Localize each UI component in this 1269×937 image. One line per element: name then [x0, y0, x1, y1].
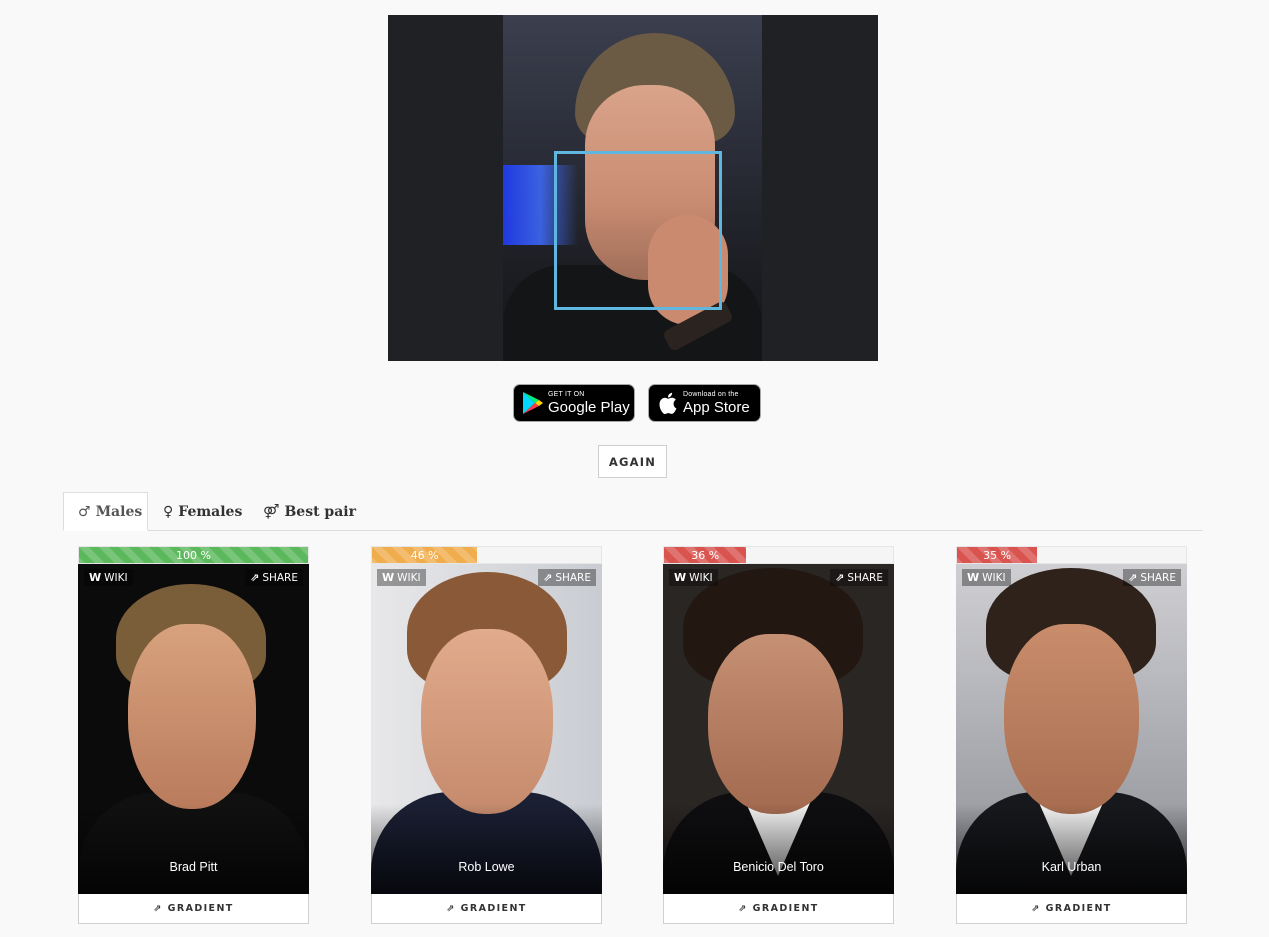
wikipedia-icon: W: [967, 571, 980, 584]
tab-best-pair-label: Best pair: [284, 503, 356, 520]
share-icon: ⇗: [1128, 571, 1138, 584]
google-play-icon: [518, 388, 548, 418]
similarity-bar: 100 %: [78, 546, 309, 564]
gradient-label: GRADIENT: [167, 903, 234, 914]
gradient-label: GRADIENT: [752, 903, 819, 914]
share-icon: ⇗: [543, 571, 553, 584]
wiki-link[interactable]: W WIKI: [84, 569, 133, 586]
tab-females-label: Females: [178, 503, 243, 520]
gradient-label: GRADIENT: [460, 903, 527, 914]
male-icon: ♂: [78, 503, 91, 520]
share-link[interactable]: ⇗ SHARE: [245, 569, 303, 586]
wiki-label: WIKI: [104, 571, 128, 584]
share-icon: ⇗: [446, 903, 456, 914]
again-button[interactable]: AGAIN: [598, 445, 667, 478]
gradient-button[interactable]: ⇗ GRADIENT: [956, 894, 1187, 924]
share-icon: ⇗: [835, 571, 845, 584]
tab-females[interactable]: ♀ Females: [163, 492, 243, 531]
celebrity-name: Rob Lowe: [458, 860, 515, 874]
gradient-button[interactable]: ⇗ GRADIENT: [78, 894, 309, 924]
share-label: SHARE: [1140, 571, 1176, 584]
pair-icon: ⚤: [263, 503, 280, 520]
share-label: SHARE: [555, 571, 591, 584]
gradient-label: GRADIENT: [1045, 903, 1112, 914]
app-store-big-text: App Store: [683, 399, 750, 416]
share-icon: ⇗: [250, 571, 260, 584]
google-play-badge[interactable]: GET IT ON Google Play: [513, 384, 635, 422]
similarity-bar: 36 %: [663, 546, 894, 564]
result-card: 36 % W WIKI ⇗ SHARE Benicio Del Toro ⇗ GRAD…: [663, 546, 894, 924]
share-label: SHARE: [262, 571, 298, 584]
celebrity-name: Karl Urban: [1041, 860, 1102, 874]
share-icon: ⇗: [1031, 903, 1041, 914]
wiki-label: WIKI: [982, 571, 1006, 584]
share-icon: ⇗: [738, 903, 748, 914]
tab-males[interactable]: ♂ Males: [63, 492, 148, 531]
app-store-badge[interactable]: Download on the App Store: [648, 384, 761, 422]
result-card: 35 % W WIKI ⇗ SHARE Karl Urban ⇗ GRADIENT: [956, 546, 1187, 924]
celebrity-name: Benicio Del Toro: [733, 860, 824, 874]
celebrity-photo[interactable]: W WIKI ⇗ SHARE Brad Pitt: [78, 564, 309, 894]
gender-tabs: ♂ Males ♀ Females ⚤ Best pair: [63, 492, 1203, 531]
google-play-big-text: Google Play: [548, 399, 630, 416]
wiki-link[interactable]: W WIKI: [962, 569, 1011, 586]
celebrity-photo[interactable]: W WIKI ⇗ SHARE Rob Lowe: [371, 564, 602, 894]
similarity-bar-fill: 46 %: [372, 547, 478, 563]
app-store-small-text: Download on the: [683, 391, 739, 398]
celebrity-name: Brad Pitt: [169, 860, 218, 874]
wiki-label: WIKI: [689, 571, 713, 584]
google-play-small-text: GET IT ON: [548, 391, 585, 398]
wiki-link[interactable]: W WIKI: [669, 569, 718, 586]
celebrity-photo[interactable]: W WIKI ⇗ SHARE Benicio Del Toro: [663, 564, 894, 894]
share-icon: ⇗: [153, 903, 163, 914]
share-link[interactable]: ⇗ SHARE: [1123, 569, 1181, 586]
celebrity-photo[interactable]: W WIKI ⇗ SHARE Karl Urban: [956, 564, 1187, 894]
similarity-bar-fill: 100 %: [79, 547, 308, 563]
share-link[interactable]: ⇗ SHARE: [830, 569, 888, 586]
female-icon: ♀: [163, 503, 174, 520]
apple-icon: [653, 388, 683, 418]
similarity-bar-fill: 35 %: [957, 547, 1038, 563]
result-card: 46 % W WIKI ⇗ SHARE Rob Lowe ⇗ GRADIENT: [371, 546, 602, 924]
share-link[interactable]: ⇗ SHARE: [538, 569, 596, 586]
wiki-label: WIKI: [397, 571, 421, 584]
similarity-bar: 46 %: [371, 546, 602, 564]
wikipedia-icon: W: [382, 571, 395, 584]
face-detection-box: [554, 151, 722, 310]
tab-best-pair[interactable]: ⚤ Best pair: [263, 492, 363, 531]
wikipedia-icon: W: [674, 571, 687, 584]
similarity-bar: 35 %: [956, 546, 1187, 564]
share-label: SHARE: [847, 571, 883, 584]
gradient-button[interactable]: ⇗ GRADIENT: [371, 894, 602, 924]
tab-males-label: Males: [95, 503, 143, 520]
similarity-bar-fill: 36 %: [664, 547, 747, 563]
result-card: 100 % W WIKI ⇗ SHARE Brad Pitt ⇗ GRADIENT: [78, 546, 309, 924]
wiki-link[interactable]: W WIKI: [377, 569, 426, 586]
wikipedia-icon: W: [89, 571, 102, 584]
page: GET IT ON Google Play Download on the Ap…: [0, 0, 1269, 937]
gradient-button[interactable]: ⇗ GRADIENT: [663, 894, 894, 924]
